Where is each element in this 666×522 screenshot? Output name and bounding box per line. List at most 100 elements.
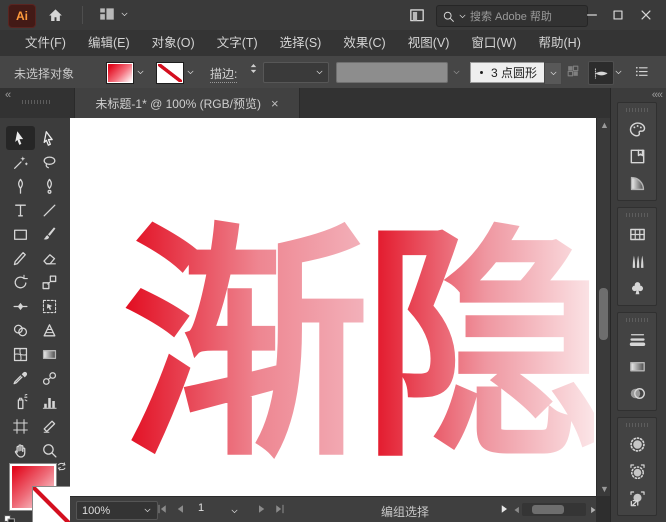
collapse-toolbar-icon[interactable]: « xyxy=(5,89,10,101)
stroke-weight-dropdown[interactable] xyxy=(263,62,329,83)
zoom-level-dropdown[interactable]: 100% xyxy=(76,501,158,520)
brush-definition-dropdown-button[interactable] xyxy=(544,62,562,85)
chevron-down-icon[interactable] xyxy=(136,68,145,77)
menu-edit[interactable]: 编辑(E) xyxy=(77,30,141,56)
tool-selection[interactable] xyxy=(6,126,35,150)
panel-stroke-lines-button[interactable] xyxy=(622,326,652,353)
swap-fill-stroke-icon[interactable] xyxy=(56,460,69,473)
menu-help[interactable]: 帮助(H) xyxy=(528,30,592,56)
tool-paintbrush[interactable] xyxy=(35,222,64,246)
tool-gradient[interactable] xyxy=(35,342,64,366)
stroke-color-swatch[interactable] xyxy=(156,62,184,84)
scroll-right-icon[interactable] xyxy=(588,505,598,515)
artboard-canvas[interactable]: 渐 隐 xyxy=(70,118,596,496)
tool-curvature[interactable] xyxy=(35,174,64,198)
stroke-panel-link[interactable]: 描边: xyxy=(210,65,237,83)
tool-eyedropper[interactable] xyxy=(6,366,35,390)
panel-color-button[interactable] xyxy=(622,116,652,143)
panel-transparency-button[interactable] xyxy=(622,380,652,407)
tool-magic-wand[interactable] xyxy=(6,150,35,174)
panel-dial-bracket-button[interactable] xyxy=(622,458,652,485)
panel-gradient-quarter-button[interactable] xyxy=(622,170,652,197)
stroke-weight-stepper[interactable] xyxy=(248,63,259,81)
scroll-left-icon[interactable] xyxy=(512,505,522,515)
chevron-down-icon[interactable] xyxy=(614,68,623,77)
chevron-down-icon[interactable] xyxy=(230,507,239,516)
tool-width[interactable] xyxy=(6,294,35,318)
width-profile-button[interactable] xyxy=(588,61,614,85)
tool-eraser[interactable] xyxy=(35,246,64,270)
panel-dial-button[interactable] xyxy=(622,431,652,458)
tool-mesh[interactable] xyxy=(6,342,35,366)
tool-type[interactable] xyxy=(6,198,35,222)
chevron-down-icon[interactable] xyxy=(186,68,195,77)
column-graph-icon xyxy=(41,394,58,411)
dock-drag-handle[interactable] xyxy=(626,108,648,112)
default-fill-stroke-icon[interactable] xyxy=(3,514,16,522)
tool-rotate[interactable] xyxy=(6,270,35,294)
scroll-down-icon[interactable]: ▼ xyxy=(600,484,609,494)
tool-shape-builder[interactable] xyxy=(6,318,35,342)
tool-symbol-sprayer[interactable] xyxy=(6,390,35,414)
vertical-scrollbar[interactable]: ▲ ▼ xyxy=(596,118,611,496)
last-artboard-icon[interactable] xyxy=(274,503,286,515)
status-expand-arrow-icon[interactable] xyxy=(498,503,510,515)
toolbar-drag-handle[interactable] xyxy=(22,100,52,104)
dock-drag-handle[interactable] xyxy=(626,318,648,322)
control-bar-menu-icon[interactable] xyxy=(634,64,649,79)
panel-gradient-rect-button[interactable] xyxy=(622,353,652,380)
document-tab[interactable]: 未标题-1* @ 100% (RGB/预览) × xyxy=(74,88,300,118)
zoom-icon xyxy=(41,442,58,459)
tool-pencil[interactable] xyxy=(6,246,35,270)
horizontal-scroll-thumb[interactable] xyxy=(532,505,564,514)
panel-brushes-button[interactable] xyxy=(622,248,652,275)
menu-object[interactable]: 对象(O) xyxy=(141,30,206,56)
first-artboard-icon[interactable] xyxy=(156,503,168,515)
tool-artboard[interactable] xyxy=(6,414,35,438)
menu-type[interactable]: 文字(T) xyxy=(206,30,269,56)
tool-perspective-grid[interactable] xyxy=(35,318,64,342)
free-transform-icon xyxy=(41,298,58,315)
menu-select[interactable]: 选择(S) xyxy=(269,30,333,56)
horizontal-scrollbar[interactable] xyxy=(522,503,586,516)
tool-column-graph[interactable] xyxy=(35,390,64,414)
maximize-button[interactable] xyxy=(608,4,628,26)
menu-file[interactable]: 文件(F) xyxy=(14,30,77,56)
tab-close-icon[interactable]: × xyxy=(271,96,279,111)
panel-symbols-button[interactable] xyxy=(622,275,652,302)
tool-line-segment[interactable] xyxy=(35,198,64,222)
fill-color-swatch[interactable] xyxy=(106,62,134,84)
close-button[interactable] xyxy=(636,4,656,26)
scroll-up-icon[interactable]: ▲ xyxy=(600,120,609,130)
stroke-color-indicator[interactable] xyxy=(32,486,71,522)
home-button[interactable] xyxy=(44,5,66,25)
next-artboard-icon[interactable] xyxy=(256,503,268,515)
curvature-icon xyxy=(41,178,58,195)
menu-effect[interactable]: 效果(C) xyxy=(332,30,396,56)
workspace-switcher-button[interactable] xyxy=(98,5,129,23)
tool-pen[interactable] xyxy=(6,174,35,198)
artboard-number-field[interactable]: 1 xyxy=(198,502,204,514)
arrange-documents-button[interactable] xyxy=(408,6,426,24)
vertical-scroll-thumb[interactable] xyxy=(599,288,608,340)
tool-slice[interactable] xyxy=(35,414,64,438)
menu-window[interactable]: 窗口(W) xyxy=(460,30,527,56)
title-bar: Ai 搜索 Adobe 帮助 xyxy=(0,0,666,31)
tool-rectangle[interactable] xyxy=(6,222,35,246)
minimize-button[interactable] xyxy=(582,4,602,26)
tool-free-transform[interactable] xyxy=(35,294,64,318)
search-input[interactable]: 搜索 Adobe 帮助 xyxy=(436,5,588,27)
panel-artboards-button[interactable] xyxy=(622,143,652,170)
tool-scale[interactable] xyxy=(35,270,64,294)
tool-direct-selection[interactable] xyxy=(35,126,64,150)
tool-blend[interactable] xyxy=(35,366,64,390)
tool-lasso[interactable] xyxy=(35,150,64,174)
panel-swatches-button[interactable] xyxy=(622,221,652,248)
scale-icon xyxy=(41,274,58,291)
dock-drag-handle[interactable] xyxy=(626,213,648,217)
menu-view[interactable]: 视图(V) xyxy=(397,30,461,56)
previous-artboard-icon[interactable] xyxy=(174,503,186,515)
collapse-dock-icon[interactable]: «« xyxy=(652,89,662,101)
panel-dial-arrow-button[interactable] xyxy=(622,485,652,512)
dock-drag-handle[interactable] xyxy=(626,423,648,427)
